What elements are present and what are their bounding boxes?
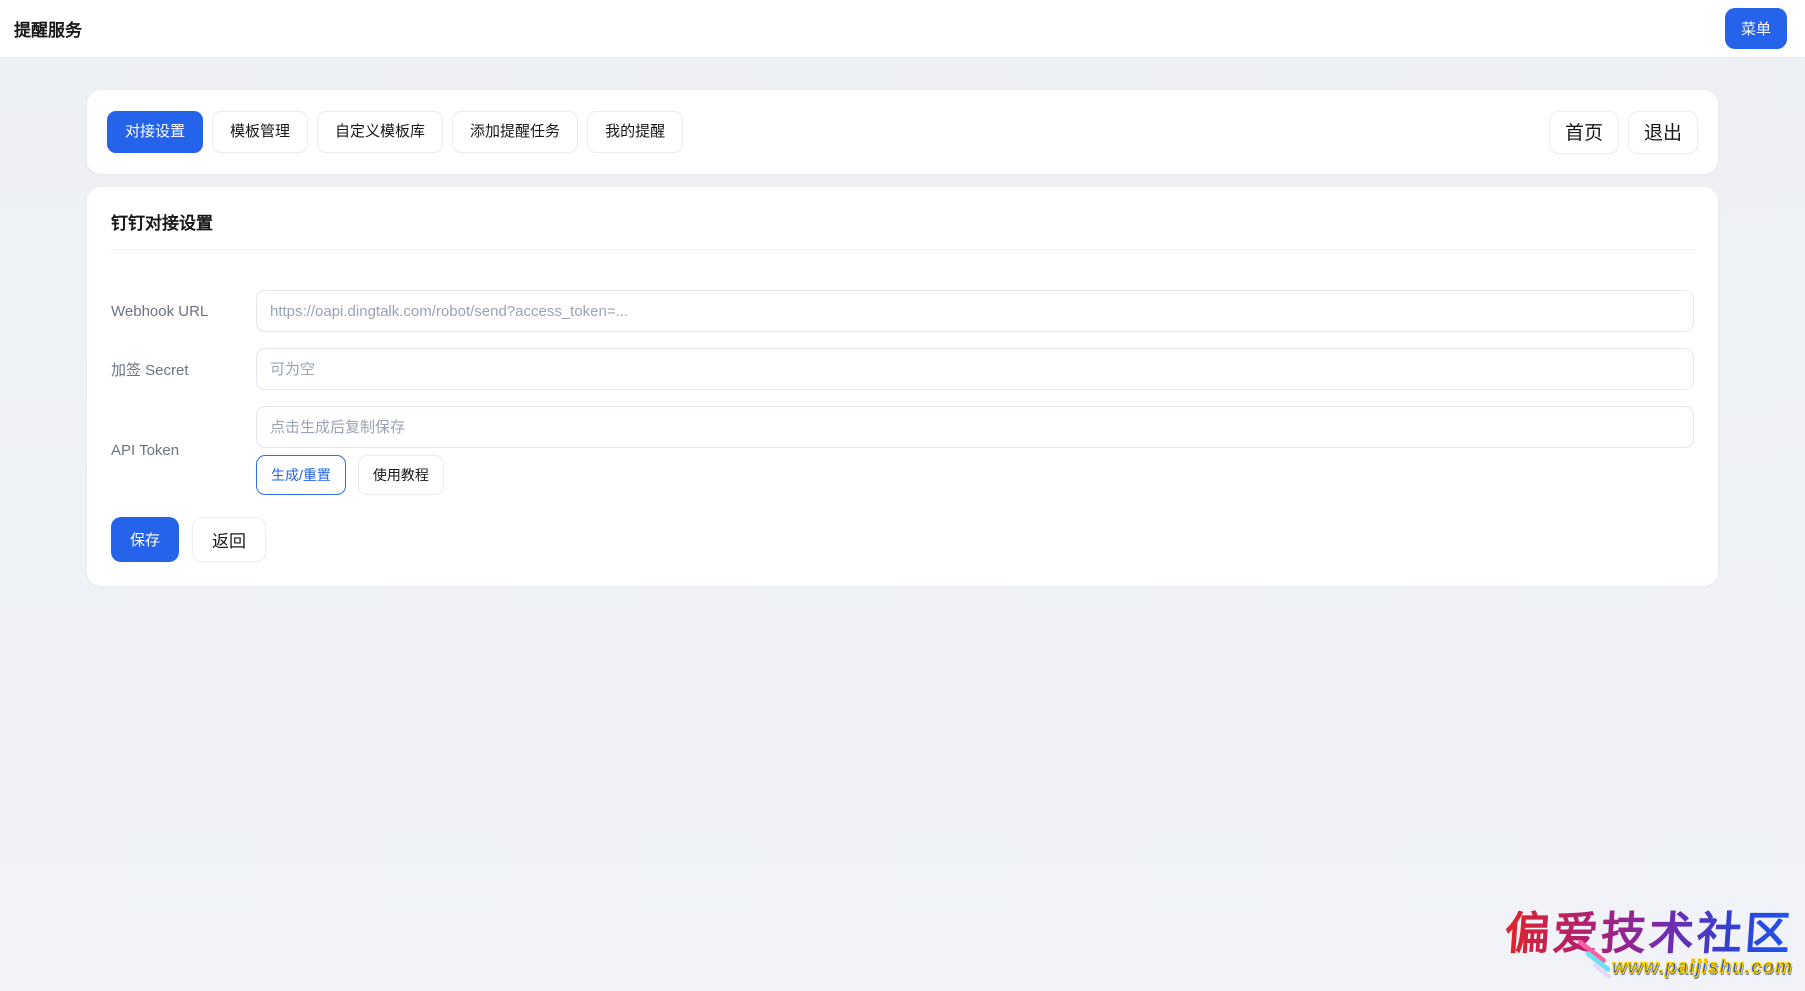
secret-input[interactable] [256, 348, 1694, 390]
webhook-url-label: Webhook URL [111, 303, 256, 320]
webhook-url-row: Webhook URL [111, 290, 1694, 332]
page-container: 对接设置 模板管理 自定义模板库 添加提醒任务 我的提醒 首页 退出 钉钉对接设… [87, 90, 1718, 586]
api-token-row: API Token 生成/重置 使用教程 [111, 406, 1694, 495]
tutorial-button[interactable]: 使用教程 [358, 455, 444, 495]
api-token-input[interactable] [256, 406, 1694, 448]
tab-add-reminder-task[interactable]: 添加提醒任务 [452, 111, 578, 153]
watermark-title: 偏爱技术社区 [1503, 910, 1794, 957]
tab-custom-template-library[interactable]: 自定义模板库 [317, 111, 443, 153]
tab-integration-settings[interactable]: 对接设置 [107, 111, 203, 153]
webhook-url-input[interactable] [256, 290, 1694, 332]
secret-field-wrap [256, 348, 1694, 390]
tab-my-reminders[interactable]: 我的提醒 [587, 111, 683, 153]
pencil-icon [1575, 939, 1621, 985]
tab-group: 对接设置 模板管理 自定义模板库 添加提醒任务 我的提醒 [107, 111, 683, 153]
webhook-url-field-wrap [256, 290, 1694, 332]
home-button[interactable]: 首页 [1549, 111, 1619, 154]
top-header: 提醒服务 菜单 [0, 0, 1805, 58]
card-title: 钉钉对接设置 [111, 209, 1694, 250]
tab-template-management[interactable]: 模板管理 [212, 111, 308, 153]
dingtalk-settings-card: 钉钉对接设置 Webhook URL 加签 Secret API Token 生… [87, 187, 1718, 586]
watermark-url: www.paijishu.com [1612, 957, 1793, 979]
token-button-group: 生成/重置 使用教程 [256, 455, 1694, 495]
watermark: 偏爱技术社区 www.paijishu.com [1505, 910, 1793, 979]
form-action-row: 保存 返回 [111, 517, 1694, 562]
back-button[interactable]: 返回 [192, 517, 266, 562]
menu-button[interactable]: 菜单 [1725, 8, 1787, 49]
api-token-field-wrap: 生成/重置 使用教程 [256, 406, 1694, 495]
save-button[interactable]: 保存 [111, 517, 179, 562]
nav-right-group: 首页 退出 [1549, 111, 1698, 154]
generate-reset-button[interactable]: 生成/重置 [256, 455, 346, 495]
secret-label: 加签 Secret [111, 359, 256, 380]
nav-card: 对接设置 模板管理 自定义模板库 添加提醒任务 我的提醒 首页 退出 [87, 90, 1718, 174]
secret-row: 加签 Secret [111, 348, 1694, 390]
app-title: 提醒服务 [14, 16, 82, 41]
api-token-label: API Token [111, 442, 256, 459]
logout-button[interactable]: 退出 [1628, 111, 1698, 154]
